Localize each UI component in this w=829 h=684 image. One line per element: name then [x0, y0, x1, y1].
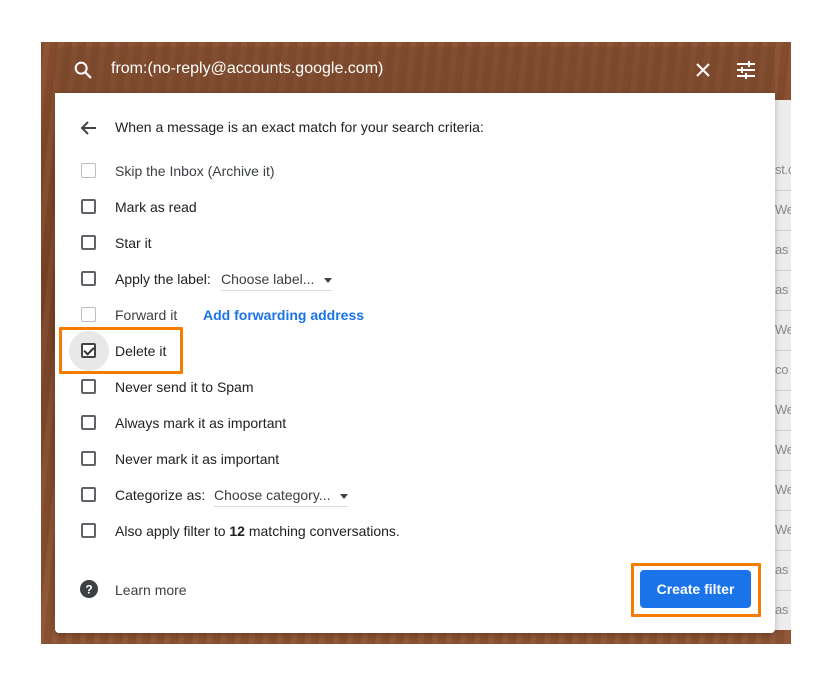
categorize-checkbox[interactable] — [81, 487, 96, 502]
option-mark-read: Mark as read — [55, 195, 755, 219]
option-label: Always mark it as important — [115, 415, 287, 431]
inbox-snippet: We — [775, 202, 791, 217]
search-icon[interactable] — [72, 59, 94, 81]
create-filter-highlight — [631, 563, 761, 617]
always-important-checkbox[interactable] — [81, 415, 96, 430]
inbox-snippet: as — [775, 242, 789, 257]
inbox-snippet: We — [775, 442, 791, 457]
category-select[interactable]: Choose category... — [214, 487, 349, 507]
option-label: Also apply filter to 12 matching convers… — [115, 523, 400, 539]
option-label: Skip the Inbox (Archive it) — [115, 163, 275, 179]
add-forwarding-address-link[interactable]: Add forwarding address — [203, 307, 364, 323]
option-skip-inbox: Skip the Inbox (Archive it) — [55, 159, 755, 183]
inbox-snippet: st.c — [775, 162, 791, 177]
inbox-row-divider — [775, 310, 791, 311]
option-apply-label: Apply the label: Choose label... — [55, 267, 755, 291]
inbox-snippet: co — [775, 362, 789, 377]
inbox-snippet: as — [775, 282, 789, 297]
help-icon[interactable]: ? — [80, 580, 98, 598]
inbox-row-divider — [775, 590, 791, 591]
never-important-checkbox[interactable] — [81, 451, 96, 466]
inbox-snippet: We — [775, 322, 791, 337]
skip-inbox-checkbox[interactable] — [81, 163, 96, 178]
also-apply-checkbox[interactable] — [81, 523, 96, 538]
option-forward: Forward it Add forwarding address — [55, 303, 755, 327]
option-label: Never send it to Spam — [115, 379, 254, 395]
category-select-value: Choose category... — [214, 487, 331, 503]
option-label: Apply the label: — [115, 271, 211, 287]
never-spam-checkbox[interactable] — [81, 379, 96, 394]
inbox-row-divider — [775, 390, 791, 391]
inbox-row-divider — [775, 350, 791, 351]
mark-read-checkbox[interactable] — [81, 199, 96, 214]
option-never-spam: Never send it to Spam — [55, 375, 755, 399]
inbox-row-divider — [775, 470, 791, 471]
label-select[interactable]: Choose label... — [221, 271, 333, 291]
inbox-snippet: We — [775, 522, 791, 537]
matching-count: 12 — [229, 523, 245, 539]
also-apply-suffix: matching conversations. — [248, 523, 400, 539]
option-always-important: Always mark it as important — [55, 411, 755, 435]
inbox-row-divider — [775, 430, 791, 431]
inbox-snippet: as — [775, 562, 789, 577]
learn-more-link[interactable]: Learn more — [115, 582, 187, 598]
option-label: Mark as read — [115, 199, 197, 215]
label-select-value: Choose label... — [221, 271, 315, 287]
option-categorize: Categorize as: Choose category... — [55, 483, 755, 507]
option-star: Star it — [55, 231, 755, 255]
inbox-snippet: as — [775, 602, 789, 617]
search-bar[interactable]: from:(no-reply@accounts.google.com) — [55, 47, 775, 93]
svg-text:?: ? — [85, 583, 92, 597]
option-label: Categorize as: — [115, 487, 206, 503]
forward-checkbox[interactable] — [81, 307, 96, 322]
inbox-row-divider — [775, 550, 791, 551]
option-never-important: Never mark it as important — [55, 447, 755, 471]
inbox-snippet: We — [775, 402, 791, 417]
option-label: Forward it — [115, 307, 178, 323]
search-input[interactable]: from:(no-reply@accounts.google.com) — [111, 60, 383, 78]
search-options-icon[interactable] — [735, 59, 757, 81]
inbox-row-divider — [775, 230, 791, 231]
inbox-row-divider — [775, 510, 791, 511]
close-icon[interactable] — [693, 60, 713, 80]
apply-label-checkbox[interactable] — [81, 271, 96, 286]
option-also-apply: Also apply filter to 12 matching convers… — [55, 519, 755, 543]
inbox-row-divider — [775, 270, 791, 271]
delete-option-highlight — [59, 327, 183, 374]
dropdown-caret-icon — [340, 493, 349, 499]
arrow-back-icon[interactable] — [79, 118, 99, 138]
inbox-row-divider — [775, 190, 791, 191]
dropdown-caret-icon — [324, 277, 333, 283]
option-label: Never mark it as important — [115, 451, 280, 467]
panel-header: When a message is an exact match for you… — [115, 119, 484, 135]
also-apply-prefix: Also apply filter to — [115, 523, 226, 539]
option-label: Star it — [115, 235, 152, 251]
star-checkbox[interactable] — [81, 235, 96, 250]
inbox-snippet: We — [775, 482, 791, 497]
